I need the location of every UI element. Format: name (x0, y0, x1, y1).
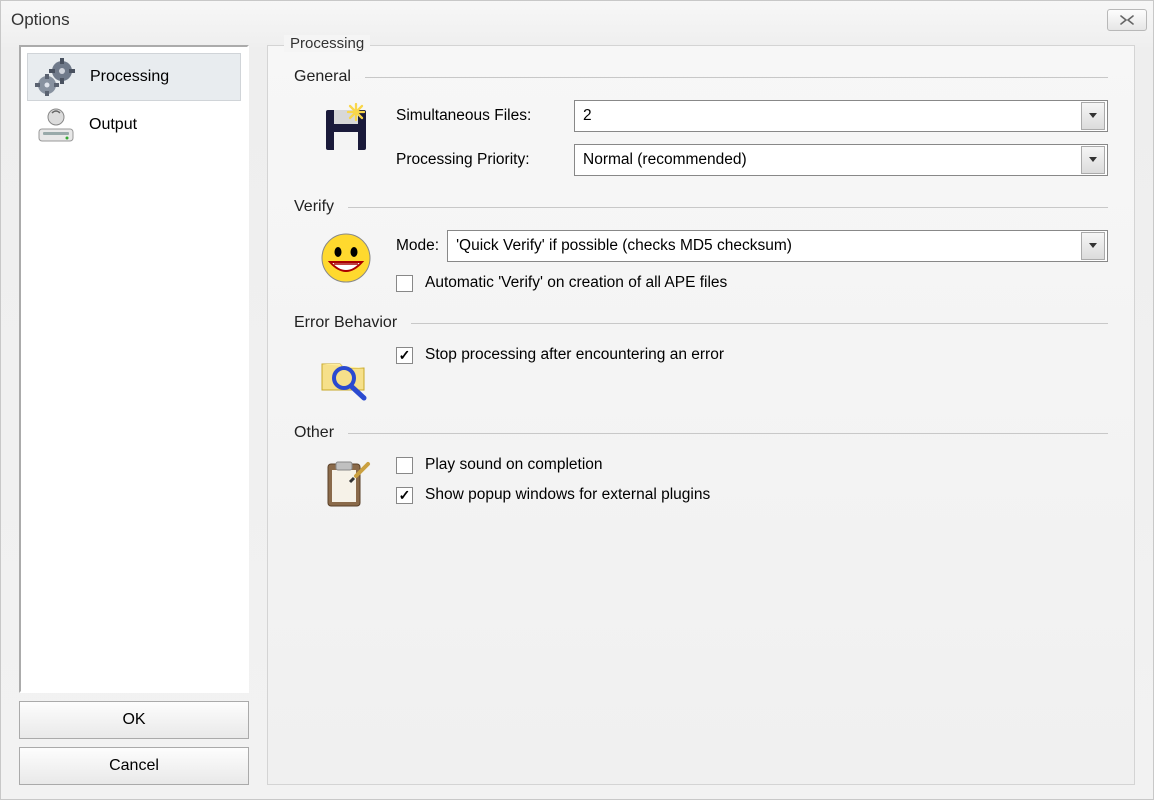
priority-dropdown[interactable]: Normal (recommended) (574, 144, 1108, 176)
priority-label: Processing Priority: (396, 151, 566, 169)
ok-button[interactable]: OK (19, 701, 249, 739)
dropdown-value: Normal (recommended) (583, 151, 747, 169)
dialog-body: Processing Output OK (19, 45, 1135, 785)
smiley-icon (316, 230, 376, 286)
close-button[interactable] (1107, 9, 1147, 31)
chevron-down-icon (1081, 232, 1105, 260)
section-title: Other (294, 424, 334, 442)
drive-icon (33, 105, 79, 145)
processing-groupbox: Processing General (267, 45, 1135, 785)
section-other: Other (294, 424, 1108, 512)
groupbox-title: Processing (284, 35, 370, 52)
clipboard-icon (316, 456, 376, 512)
play-sound-checkbox[interactable] (396, 457, 413, 474)
mode-label: Mode: (396, 237, 439, 255)
stop-on-error-label: Stop processing after encountering an er… (425, 346, 724, 364)
nav-label: Processing (90, 68, 169, 86)
nav-item-processing[interactable]: Processing (27, 53, 241, 101)
titlebar: Options (1, 1, 1153, 39)
chevron-down-icon (1081, 102, 1105, 130)
stop-on-error-checkbox[interactable] (396, 347, 413, 364)
cancel-button[interactable]: Cancel (19, 747, 249, 785)
nav-label: Output (89, 116, 137, 134)
auto-verify-checkbox[interactable] (396, 275, 413, 292)
left-column: Processing Output OK (19, 45, 249, 785)
play-sound-label: Play sound on completion (425, 456, 603, 474)
popup-windows-label: Show popup windows for external plugins (425, 486, 710, 504)
window-title: Options (11, 10, 70, 30)
folder-search-icon (316, 346, 376, 402)
simultaneous-files-dropdown[interactable]: 2 (574, 100, 1108, 132)
close-icon (1120, 12, 1134, 29)
nav-item-output[interactable]: Output (27, 101, 241, 149)
section-general: General (294, 68, 1108, 176)
nav-list: Processing Output (19, 45, 249, 693)
disk-icon (316, 100, 376, 156)
section-title: General (294, 68, 351, 86)
section-error: Error Behavior (294, 314, 1108, 402)
popup-windows-checkbox[interactable] (396, 487, 413, 504)
options-window: Options (0, 0, 1154, 800)
chevron-down-icon (1081, 146, 1105, 174)
auto-verify-label: Automatic 'Verify' on creation of all AP… (425, 274, 727, 292)
gear-icon (34, 57, 80, 97)
dropdown-value: 'Quick Verify' if possible (checks MD5 c… (456, 237, 792, 255)
section-title: Verify (294, 198, 334, 216)
section-title: Error Behavior (294, 314, 397, 332)
simultaneous-label: Simultaneous Files: (396, 107, 566, 125)
section-verify: Verify Mod (294, 198, 1108, 292)
dropdown-value: 2 (583, 107, 592, 125)
verify-mode-dropdown[interactable]: 'Quick Verify' if possible (checks MD5 c… (447, 230, 1108, 262)
